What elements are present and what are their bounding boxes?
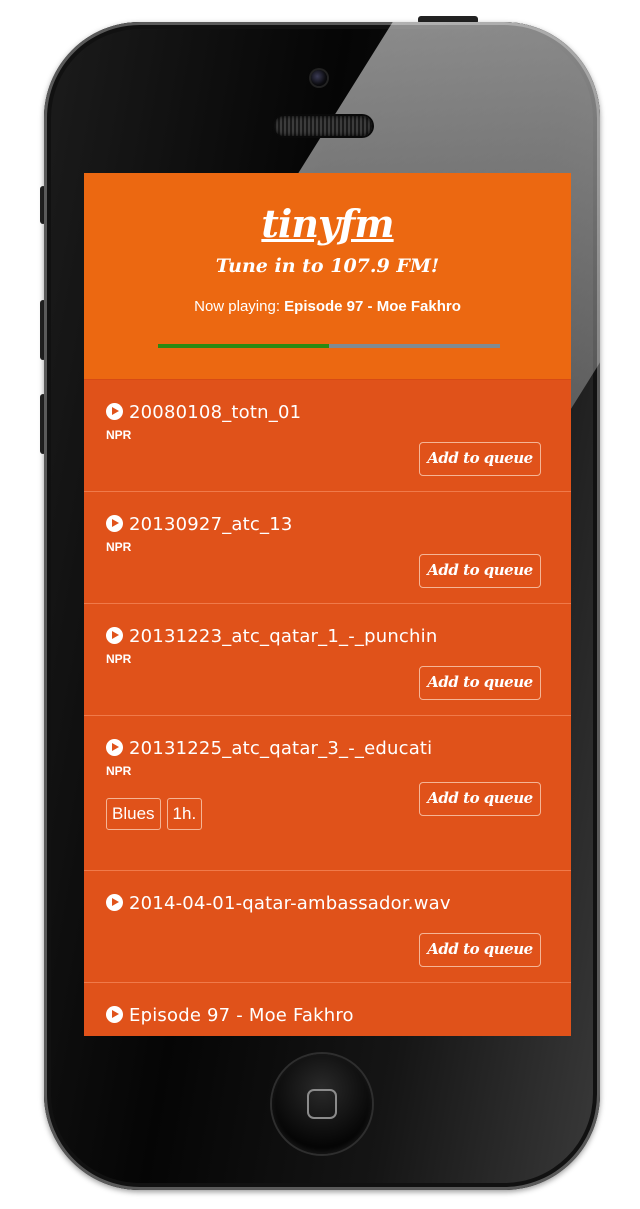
- app-logo[interactable]: tinyfm: [84, 201, 571, 246]
- track-item[interactable]: 20080108_totn_01 NPR Add to queue: [84, 380, 571, 492]
- track-author: NPR: [106, 652, 132, 666]
- play-icon[interactable]: [106, 1006, 123, 1023]
- camera-icon: [311, 70, 327, 86]
- track-item[interactable]: 20131223_atc_qatar_1_-_punchin NPR Add to …: [84, 604, 571, 716]
- play-icon[interactable]: [106, 515, 123, 532]
- track-title-row[interactable]: 20080108_totn_01: [106, 402, 561, 423]
- track-title-row[interactable]: Episode 97 - Moe Fakhro: [106, 1005, 561, 1026]
- track-title: 20131223_atc_qatar_1_-_punchin: [129, 626, 438, 647]
- home-square-icon: [307, 1089, 337, 1119]
- now-playing: Now playing: Episode 97 - Moe Fakhro: [84, 298, 571, 315]
- track-item[interactable]: 20131225_atc_qatar_3_-_educati NPR Blues 1h…: [84, 716, 571, 871]
- add-to-queue-button[interactable]: Add to queue: [419, 442, 541, 476]
- track-title-row[interactable]: 20130927_atc_13: [106, 514, 561, 535]
- home-button[interactable]: [272, 1054, 372, 1154]
- now-playing-label: Now playing:: [194, 298, 280, 315]
- track-item[interactable]: 20130927_atc_13 NPR Add to queue: [84, 492, 571, 604]
- track-title: 20131225_atc_qatar_3_-_educati: [129, 738, 433, 759]
- track-tags: Blues 1h.: [106, 798, 203, 830]
- track-item[interactable]: Episode 97 - Moe Fakhro: [84, 983, 571, 1036]
- tagline: Tune in to 107.9 FM!: [215, 255, 440, 277]
- add-to-queue-button[interactable]: Add to queue: [419, 666, 541, 700]
- track-author: NPR: [106, 764, 132, 778]
- app-screen: tinyfm Tune in to 107.9 FM! Now playing:…: [84, 173, 571, 1036]
- play-icon[interactable]: [106, 894, 123, 911]
- track-title: 20080108_totn_01: [129, 402, 302, 423]
- track-tag[interactable]: 1h.: [166, 798, 203, 830]
- track-item[interactable]: 2014-04-01-qatar-ambassador.wav Add to qu…: [84, 871, 571, 983]
- add-to-queue-button[interactable]: Add to queue: [419, 554, 541, 588]
- add-to-queue-button[interactable]: Add to queue: [419, 782, 541, 816]
- track-author: NPR: [106, 428, 132, 442]
- playback-progress-fill: [158, 344, 329, 348]
- track-title-row[interactable]: 2014-04-01-qatar-ambassador.wav: [106, 893, 561, 914]
- play-icon[interactable]: [106, 627, 123, 644]
- playback-progress-bar: [158, 344, 500, 348]
- track-title-row[interactable]: 20131225_atc_qatar_3_-_educati: [106, 738, 561, 759]
- track-author: NPR: [106, 540, 132, 554]
- track-list: 20080108_totn_01 NPR Add to queue 20130927_…: [84, 379, 571, 1036]
- track-title-row[interactable]: 20131223_atc_qatar_1_-_punchin: [106, 626, 561, 647]
- now-playing-title: Episode 97 - Moe Fakhro: [284, 298, 461, 315]
- add-to-queue-button[interactable]: Add to queue: [419, 933, 541, 967]
- play-icon[interactable]: [106, 403, 123, 420]
- track-title: 20130927_atc_13: [129, 514, 293, 535]
- play-icon[interactable]: [106, 739, 123, 756]
- track-tag[interactable]: Blues: [106, 798, 161, 830]
- speaker-icon: [274, 116, 372, 136]
- track-title: Episode 97 - Moe Fakhro: [129, 1005, 354, 1026]
- track-title: 2014-04-01-qatar-ambassador.wav: [129, 893, 451, 914]
- app-header: tinyfm Tune in to 107.9 FM! Now playing:…: [84, 173, 571, 379]
